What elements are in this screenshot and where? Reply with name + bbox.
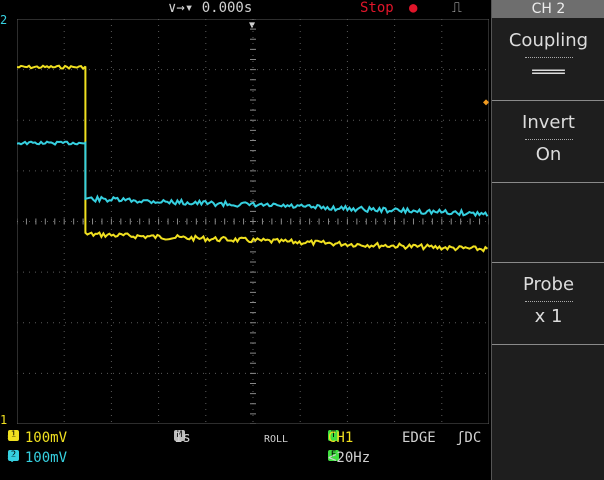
trigger-source-value: CH1 xyxy=(328,430,354,446)
coupling-value: ═══ xyxy=(532,62,565,83)
empty-menu-button[interactable] xyxy=(492,346,604,422)
menu-divider xyxy=(492,344,604,345)
run-state-dot-icon: ● xyxy=(409,0,418,16)
ch1-scale-value: ═ 100mV xyxy=(8,430,68,446)
channel-menu: CH 2 Coupling ═══ Invert On Probe x 1 xyxy=(491,0,604,480)
graticule xyxy=(17,19,489,424)
trigger-edge-icon: ⎍ xyxy=(452,0,462,16)
menu-title: CH 2 xyxy=(492,0,604,18)
probe-value: x 1 xyxy=(534,306,563,327)
invert-value: On xyxy=(535,144,562,165)
ch2-trace xyxy=(17,140,489,218)
ch2-ground-marker: 2 xyxy=(0,13,8,27)
probe-label: Probe xyxy=(522,274,575,295)
timebase-value: 1s xyxy=(174,430,191,446)
menu-separator xyxy=(524,301,573,302)
top-status-bar: ∨→▾ 0.000s Stop ● ⎍ xyxy=(0,0,490,18)
probe-button[interactable]: Probe x 1 xyxy=(492,264,604,340)
trigger-filter-value: <20Hz xyxy=(328,450,371,466)
menu-divider xyxy=(492,100,604,101)
trigger-coupling: ʃDC xyxy=(456,430,482,446)
trigger-type: EDGE xyxy=(402,430,436,446)
empty-menu-button[interactable] xyxy=(492,184,604,260)
coupling-button[interactable]: Coupling ═══ xyxy=(492,20,604,96)
coupling-label: Coupling xyxy=(508,30,589,51)
menu-divider xyxy=(492,262,604,263)
ch1-ground-marker: 1 xyxy=(0,413,8,427)
menu-separator xyxy=(524,139,573,140)
horizontal-position-readout: ∨→▾ 0.000s xyxy=(168,0,253,16)
ch2-scale-value: ═ 100mV xyxy=(8,450,68,466)
menu-divider xyxy=(492,182,604,183)
menu-separator xyxy=(524,57,573,58)
run-state-label[interactable]: Stop xyxy=(360,0,394,16)
invert-label: Invert xyxy=(522,112,575,133)
acquisition-mode: ROLL xyxy=(264,434,289,445)
waveform-display xyxy=(17,19,489,424)
bottom-status-bar: 1 ═ 100mV ↓2 ═ 100mV M 1s ROLL T CH1 EDG… xyxy=(0,428,491,480)
ch1-trace xyxy=(17,64,489,253)
invert-button[interactable]: Invert On xyxy=(492,102,604,178)
